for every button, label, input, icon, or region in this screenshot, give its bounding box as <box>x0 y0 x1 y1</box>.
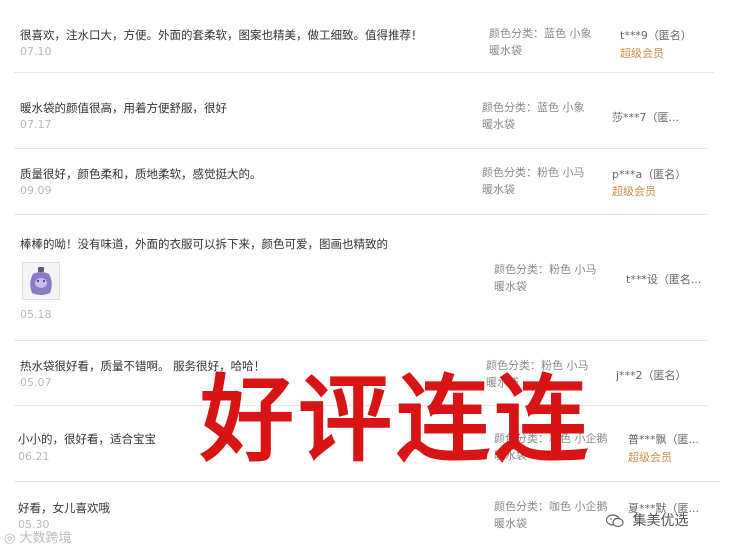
divider <box>14 481 720 482</box>
watermark-left: ◎ 大数跨境 <box>4 527 72 546</box>
review-date: 06.21 <box>18 450 50 463</box>
sku-info: 颜色分类：蓝色 小象暖水袋 <box>482 101 585 131</box>
praise-overlay-text: 好评连连 <box>200 365 593 475</box>
divider <box>14 148 708 149</box>
source-logo-icon: ◎ <box>4 531 16 546</box>
vip-badge: 超级会员 <box>628 451 672 464</box>
watermark-right-text: 集美优选 <box>632 513 689 529</box>
divider <box>14 72 714 73</box>
wechat-icon <box>606 514 624 528</box>
sku-info: 颜色分类：咖色 小企鹅暖水袋 <box>494 500 608 530</box>
sku-info: 颜色分类：粉色 小马暖水袋 <box>494 263 597 293</box>
review-text: 小小的，很好看，适合宝宝 <box>18 432 156 446</box>
watermark-left-text: 大数跨境 <box>19 531 72 546</box>
hot-water-bag-photo <box>23 263 59 299</box>
review-text: 很喜欢，注水口大，方便。外面的套柔软，图案也精美，做工细致。值得推荐！ <box>20 28 423 42</box>
vip-badge: 超级会员 <box>620 47 664 60</box>
review-date: 05.07 <box>20 376 52 389</box>
review-date: 05.18 <box>20 308 52 321</box>
divider <box>14 340 708 341</box>
reviewer-name[interactable]: j***2（匿名） <box>616 367 687 383</box>
divider <box>14 214 708 215</box>
sku-info: 颜色分类：粉色 小马暖水袋 <box>482 166 585 196</box>
review-photo-thumbnail[interactable] <box>22 262 60 300</box>
reviewer-name[interactable]: 普***飘（匿... <box>628 431 699 447</box>
review-text: 棒棒的呦！没有味道，外面的衣服可以拆下来，颜色可爱，图画也精致的 <box>20 237 388 251</box>
review-date: 07.17 <box>20 118 52 131</box>
reviewer-name[interactable]: p***a（匿名） <box>612 166 686 182</box>
reviewer-name[interactable]: t***9（匿名） <box>620 27 692 43</box>
sku-info: 颜色分类：蓝色 小象暖水袋 <box>489 27 592 57</box>
review-date: 07.10 <box>20 45 52 58</box>
vip-badge: 超级会员 <box>612 185 656 198</box>
review-list-page: 很喜欢，注水口大，方便。外面的套柔软，图案也精美，做工细致。值得推荐！ 07.1… <box>0 0 731 553</box>
watermark-right: 集美优选 <box>606 510 688 530</box>
review-text: 质量很好，颜色柔和，质地柔软，感觉挺大的。 <box>20 167 262 181</box>
review-date: 09.09 <box>20 184 52 197</box>
review-text: 暖水袋的颜值很高，用着方便舒服，很好 <box>20 101 227 115</box>
reviewer-name[interactable]: 莎***7（匿... <box>612 109 679 125</box>
review-text: 好看，女儿喜欢哦 <box>18 501 110 515</box>
reviewer-name[interactable]: t***设（匿名... <box>626 271 701 287</box>
